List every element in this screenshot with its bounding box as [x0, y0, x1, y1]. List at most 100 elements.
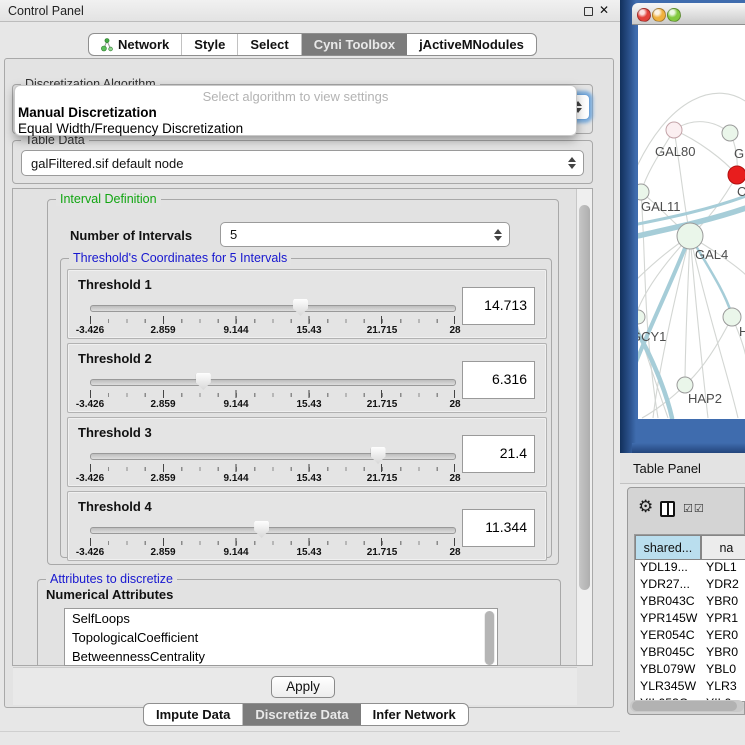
thresholds-group-title: Threshold's Coordinates for 5 Intervals [69, 251, 291, 265]
threshold-1-value-field[interactable]: 14.713 [462, 287, 535, 325]
threshold-3-value-field[interactable]: 21.4 [462, 435, 535, 473]
tab-style[interactable]: Style [182, 34, 238, 55]
minimize-traffic-light-icon[interactable] [652, 8, 666, 22]
close-icon[interactable]: ✕ [599, 3, 609, 17]
list-item[interactable]: BetweennessCentrality [65, 647, 497, 666]
threshold-2-slider[interactable] [90, 372, 454, 388]
tab-network-label: Network [118, 37, 169, 52]
table-row[interactable]: YLR345WYLR3 [635, 679, 745, 696]
table-panel-title: Table Panel [633, 461, 701, 476]
table-data-value: galFiltered.sif default node [31, 156, 183, 171]
column-header-name[interactable]: na [701, 535, 745, 560]
combobox-stepper-icon[interactable] [494, 229, 502, 241]
table-horizontal-scrollbar[interactable] [630, 700, 744, 712]
settings-scroll-panel: Interval Definition Number of Intervals … [12, 188, 593, 666]
table-header-row: shared... na [635, 535, 745, 560]
threshold-4-label: Threshold 4 [78, 499, 152, 514]
slider-track[interactable] [90, 305, 456, 312]
threshold-3-label: Threshold 3 [78, 425, 152, 440]
slider-tick-labels: -3.426 2.859 9.144 15.43 21.715 28 [90, 399, 455, 410]
number-of-intervals-label: Number of Intervals [70, 228, 192, 243]
zoom-traffic-light-icon[interactable] [667, 8, 681, 22]
table-row[interactable]: YBR045CYBR0 [635, 645, 745, 662]
apply-button[interactable]: Apply [271, 676, 335, 698]
node-gal11[interactable] [638, 184, 649, 200]
list-scrollbar-thumb[interactable] [485, 611, 494, 665]
node-gcy1[interactable] [638, 310, 645, 324]
table-row[interactable]: YPR145WYPR1 [635, 611, 745, 628]
table-row[interactable]: YDL19...YDL1 [635, 560, 745, 577]
threshold-2-panel: Threshold 2 -3.426 2.859 9.144 15.43 21.… [67, 343, 547, 413]
node-label-gal4: GAL4 [695, 247, 728, 262]
slider-tick-labels: -3.426 2.859 9.144 15.43 21.715 28 [90, 325, 455, 336]
list-item[interactable]: SelfLoops [65, 609, 497, 628]
tab-cyni-toolbox[interactable]: Cyni Toolbox [302, 34, 407, 55]
list-scrollbar[interactable] [484, 611, 495, 665]
combobox-stepper-icon[interactable] [568, 157, 576, 169]
tab-discretize-data[interactable]: Discretize Data [243, 704, 360, 725]
node-label-gal11: GAL11 [641, 199, 681, 214]
slider-track[interactable] [90, 453, 456, 460]
node-label-hap2: HAP2 [688, 391, 722, 406]
gear-icon[interactable]: ⚙ [638, 498, 653, 515]
threshold-1-label: Threshold 1 [78, 277, 152, 292]
interval-definition-title: Interval Definition [56, 192, 161, 206]
slider-track[interactable] [90, 379, 456, 386]
slider-handle[interactable] [196, 373, 211, 390]
table-scrollbar-thumb[interactable] [632, 701, 737, 711]
threshold-3-slider[interactable] [90, 446, 454, 462]
float-window-icon[interactable] [584, 7, 593, 16]
numerical-attributes-list[interactable]: SelfLoops TopologicalCoefficient Between… [64, 608, 498, 666]
slider-handle[interactable] [254, 521, 269, 538]
node-red-selected[interactable] [728, 166, 745, 184]
network-icon [101, 38, 113, 52]
table-row[interactable]: YER054CYER0 [635, 628, 745, 645]
node-label-gcy1: GCY1 [638, 329, 666, 344]
node-unlabeled[interactable] [722, 125, 738, 141]
threshold-4-panel: Threshold 4 -3.426 2.859 9.144 15.43 21.… [67, 491, 547, 561]
tab-select[interactable]: Select [238, 34, 301, 55]
algorithm-dropdown-popup: Select algorithm to view settings Manual… [14, 85, 577, 136]
settings-scrollbar-thumb[interactable] [579, 205, 590, 590]
network-canvas[interactable]: GAL80 G C GAL11 GAL4 GCY1 H HAP2 [638, 25, 745, 419]
table-row[interactable]: YBR043CYBR0 [635, 594, 745, 611]
dropdown-placeholder-option[interactable]: Select algorithm to view settings [15, 86, 576, 104]
node-gal80[interactable] [666, 122, 682, 138]
node-gal4[interactable] [677, 223, 703, 249]
number-of-intervals-combobox[interactable]: 5 [220, 222, 510, 247]
threshold-1-slider[interactable] [90, 298, 454, 314]
control-panel-titlebar: Control Panel ✕ [0, 0, 620, 22]
split-columns-icon[interactable] [660, 501, 675, 517]
column-checkboxes-icon[interactable]: ☑☑ [683, 502, 705, 515]
close-traffic-light-icon[interactable] [637, 8, 651, 22]
column-header-shared-name[interactable]: shared... [635, 535, 701, 560]
slider-handle[interactable] [371, 447, 386, 464]
node-label-gal80: GAL80 [655, 144, 695, 159]
tab-impute-data[interactable]: Impute Data [144, 704, 243, 725]
attributes-group: Attributes to discretize Numerical Attri… [37, 579, 561, 665]
table-row[interactable]: YBL079WYBL0 [635, 662, 745, 679]
tab-jactivemnodules[interactable]: jActiveMNodules [407, 34, 536, 55]
tab-infer-network[interactable]: Infer Network [361, 704, 468, 725]
tab-network[interactable]: Network [89, 34, 182, 55]
interval-definition-group: Interval Definition Number of Intervals … [47, 199, 559, 565]
apply-strip: Apply [13, 667, 577, 705]
table-data-combobox[interactable]: galFiltered.sif default node [21, 150, 584, 176]
thresholds-group: Threshold's Coordinates for 5 Intervals … [60, 258, 552, 558]
network-window-titlebar[interactable] [632, 3, 745, 25]
table-panel-window: ⚙ ☑☑ shared... na YDL19...YDL1 YDR27...Y… [627, 487, 745, 715]
slider-track[interactable] [90, 527, 456, 534]
list-item[interactable]: TopologicalCoefficient [65, 628, 497, 647]
threshold-2-value-field[interactable]: 6.316 [462, 361, 535, 399]
threshold-4-value-field[interactable]: 11.344 [462, 509, 535, 547]
dropdown-option-manual[interactable]: Manual Discretization [15, 104, 576, 120]
threshold-4-slider[interactable] [90, 520, 454, 536]
attributes-group-title: Attributes to discretize [46, 572, 177, 586]
table-row[interactable]: YDR27...YDR2 [635, 577, 745, 594]
node-table: shared... na YDL19...YDL1 YDR27...YDR2 Y… [634, 534, 745, 702]
slider-tick-marks [90, 464, 455, 473]
control-panel: Control Panel ✕ Network Style Select Cyn… [0, 0, 620, 745]
settings-scrollbar[interactable] [576, 189, 592, 665]
dropdown-option-equal-width[interactable]: Equal Width/Frequency Discretization [15, 120, 576, 136]
slider-handle[interactable] [293, 299, 308, 316]
